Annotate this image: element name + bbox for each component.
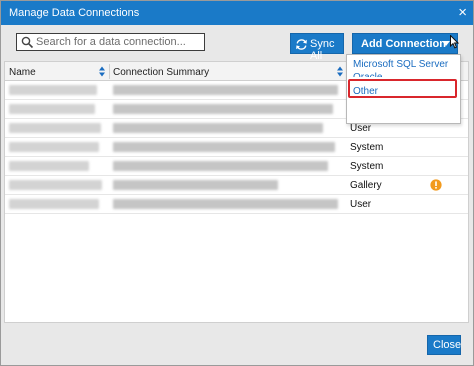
column-header-name[interactable]: Name (9, 67, 36, 78)
menu-item-sql-server[interactable]: Microsoft SQL Server (353, 59, 448, 70)
sync-all-label: Sync All (310, 38, 335, 62)
connection-type: User (350, 199, 372, 210)
search-icon (21, 36, 34, 49)
add-connection-button[interactable]: Add Connection (352, 33, 458, 54)
search-input[interactable] (36, 35, 201, 49)
warning-icon[interactable] (430, 179, 442, 191)
table-row[interactable]: Gallery (5, 176, 468, 195)
redacted-name (9, 123, 101, 133)
table-row[interactable]: User (5, 195, 468, 214)
redacted-name (9, 199, 99, 209)
sync-all-button[interactable]: Sync All (290, 33, 344, 62)
sort-icon[interactable] (99, 66, 105, 77)
title-bar: Manage Data Connections × (1, 1, 473, 25)
search-field[interactable] (16, 33, 205, 51)
redacted-summary (113, 85, 338, 95)
connection-type: System (350, 161, 384, 172)
table-row[interactable]: System (5, 157, 468, 176)
sort-icon[interactable] (337, 66, 343, 77)
connection-type: Gallery (350, 180, 382, 191)
close-button[interactable]: Close (427, 335, 461, 355)
window-title: Manage Data Connections (9, 7, 140, 19)
redacted-name (9, 85, 97, 95)
sync-icon (296, 39, 307, 50)
add-connection-label: Add Connection (361, 38, 446, 50)
close-icon[interactable]: × (458, 4, 467, 21)
column-header-summary[interactable]: Connection Summary (113, 67, 209, 78)
redacted-summary (113, 142, 335, 152)
redacted-summary (113, 123, 323, 133)
manage-data-connections-dialog: Manage Data Connections × Sync All Add C… (0, 0, 474, 366)
redacted-name (9, 104, 95, 114)
caret-down-icon (442, 41, 450, 46)
redacted-name (9, 180, 102, 190)
close-label: Close (433, 339, 462, 351)
cursor-icon (450, 35, 459, 49)
redacted-summary (113, 104, 333, 114)
redacted-summary (113, 161, 328, 171)
column-divider[interactable] (109, 64, 110, 79)
redacted-name (9, 161, 89, 171)
redacted-name (9, 142, 99, 152)
connection-type: System (350, 142, 384, 153)
highlight-annotation (348, 79, 457, 98)
redacted-summary (113, 199, 338, 209)
table-row[interactable]: System (5, 138, 468, 157)
connection-type: User (350, 123, 372, 134)
redacted-summary (113, 180, 278, 190)
